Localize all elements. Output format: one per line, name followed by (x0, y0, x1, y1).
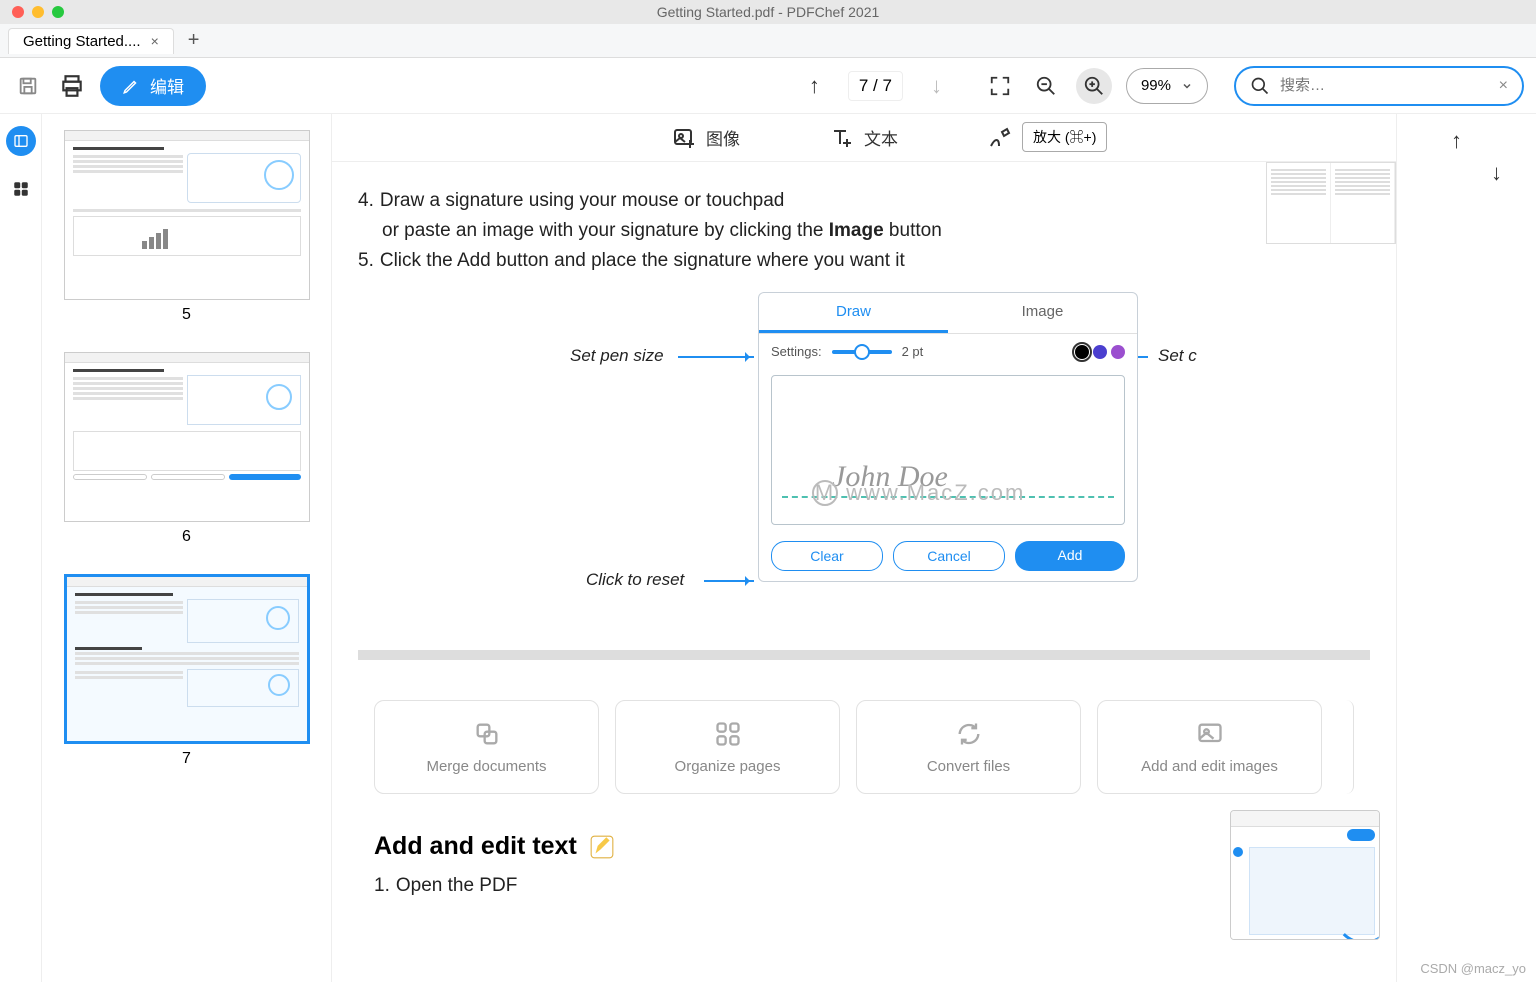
grid-view-icon[interactable] (12, 180, 30, 198)
main-area: 5 6 7 (0, 114, 1536, 982)
thumb-label: 7 (182, 750, 191, 768)
feature-cards: Merge documents Organize pages Convert f… (358, 678, 1370, 816)
content-column: 图像 文本 签名 4. Draw a signature using your … (332, 114, 1396, 982)
prev-page-icon[interactable]: ↑ (809, 73, 820, 99)
new-tab-button[interactable]: + (188, 29, 200, 52)
sig-add-button[interactable]: Add (1015, 541, 1125, 571)
search-box[interactable]: × (1234, 66, 1524, 106)
print-icon[interactable] (56, 70, 88, 102)
insert-text-button[interactable]: 文本 (830, 125, 898, 150)
tab-close-icon[interactable]: × (151, 33, 159, 49)
find-prev-icon[interactable]: ↑ (1451, 128, 1462, 154)
zoom-in-icon[interactable] (1076, 68, 1112, 104)
search-icon (1250, 76, 1270, 96)
page-indicator[interactable]: 7 / 7 (848, 71, 903, 101)
color-blue[interactable] (1093, 345, 1107, 359)
left-rail (0, 114, 42, 982)
color-black[interactable] (1075, 345, 1089, 359)
pdf-page: 4. Draw a signature using your mouse or … (332, 162, 1396, 982)
card-merge[interactable]: Merge documents (374, 700, 599, 794)
card-images[interactable]: Add and edit images (1097, 700, 1322, 794)
sig-tab-draw[interactable]: Draw (759, 293, 948, 333)
card-organize[interactable]: Organize pages (615, 700, 840, 794)
edit-text-icon (589, 834, 615, 860)
save-icon[interactable] (12, 70, 44, 102)
thumb-label: 5 (182, 306, 191, 324)
document-viewport[interactable]: 4. Draw a signature using your mouse or … (332, 162, 1396, 982)
thumbnail-6[interactable]: 6 (52, 352, 321, 546)
zoom-controls: 99% (984, 68, 1208, 104)
signature-diagram: Set pen size Set c Click to reset Draw I… (358, 292, 1370, 632)
annotation-color: Set c (1158, 346, 1197, 366)
page-controls: ↑ 7 / 7 ↓ (809, 71, 942, 101)
annotation-reset: Click to reset (586, 570, 684, 590)
edit-button-label: 编辑 (150, 73, 184, 98)
edit-sub-toolbar: 图像 文本 签名 (332, 114, 1396, 162)
main-toolbar: 编辑 ↑ 7 / 7 ↓ 99% × (0, 58, 1536, 114)
right-pane: ↑ ↓ (1396, 114, 1536, 982)
watermark: M www.MacZ.com (812, 480, 1025, 506)
card-convert[interactable]: Convert files (856, 700, 1081, 794)
pen-size-slider[interactable] (832, 350, 892, 354)
find-next-icon[interactable]: ↓ (1491, 160, 1502, 186)
sig-tab-image[interactable]: Image (948, 293, 1137, 333)
card-more[interactable] (1338, 700, 1354, 794)
tab-label: Getting Started.... (23, 33, 141, 50)
mac-titlebar: Getting Started.pdf - PDFChef 2021 (0, 0, 1536, 24)
annotation-pen-size: Set pen size (570, 346, 664, 366)
tab-strip: Getting Started.... × + (0, 24, 1536, 58)
zoom-out-icon[interactable] (1030, 70, 1062, 102)
thumbnail-panel: 5 6 7 (42, 114, 332, 982)
chevron-down-icon (1181, 80, 1193, 92)
sig-cancel-button[interactable]: Cancel (893, 541, 1005, 571)
window-title: Getting Started.pdf - PDFChef 2021 (0, 4, 1536, 20)
sidebar-toggle-icon[interactable] (6, 126, 36, 156)
footer-watermark: CSDN @macz_yo (1420, 961, 1526, 976)
zoom-percent-dropdown[interactable]: 99% (1126, 68, 1208, 104)
search-input[interactable] (1280, 77, 1489, 94)
document-tab[interactable]: Getting Started.... × (8, 28, 174, 54)
mini-app-preview (1230, 810, 1380, 940)
side-preview (1266, 162, 1396, 244)
zoom-in-tooltip: 放大 (⌘+) (1022, 122, 1107, 152)
color-purple[interactable] (1111, 345, 1125, 359)
thumb-label: 6 (182, 528, 191, 546)
signature-panel: Draw Image Settings: 2 pt (758, 292, 1138, 582)
clear-search-icon[interactable]: × (1499, 77, 1508, 95)
edit-button[interactable]: 编辑 (100, 66, 206, 106)
section-heading: Add and edit text (374, 832, 1370, 861)
insert-image-button[interactable]: 图像 (672, 125, 740, 150)
next-page-icon[interactable]: ↓ (931, 73, 942, 99)
fit-screen-icon[interactable] (984, 70, 1016, 102)
sig-clear-button[interactable]: Clear (771, 541, 883, 571)
thumbnail-5[interactable]: 5 (52, 130, 321, 324)
color-picker (1075, 345, 1125, 359)
thumbnail-7[interactable]: 7 (52, 574, 321, 768)
